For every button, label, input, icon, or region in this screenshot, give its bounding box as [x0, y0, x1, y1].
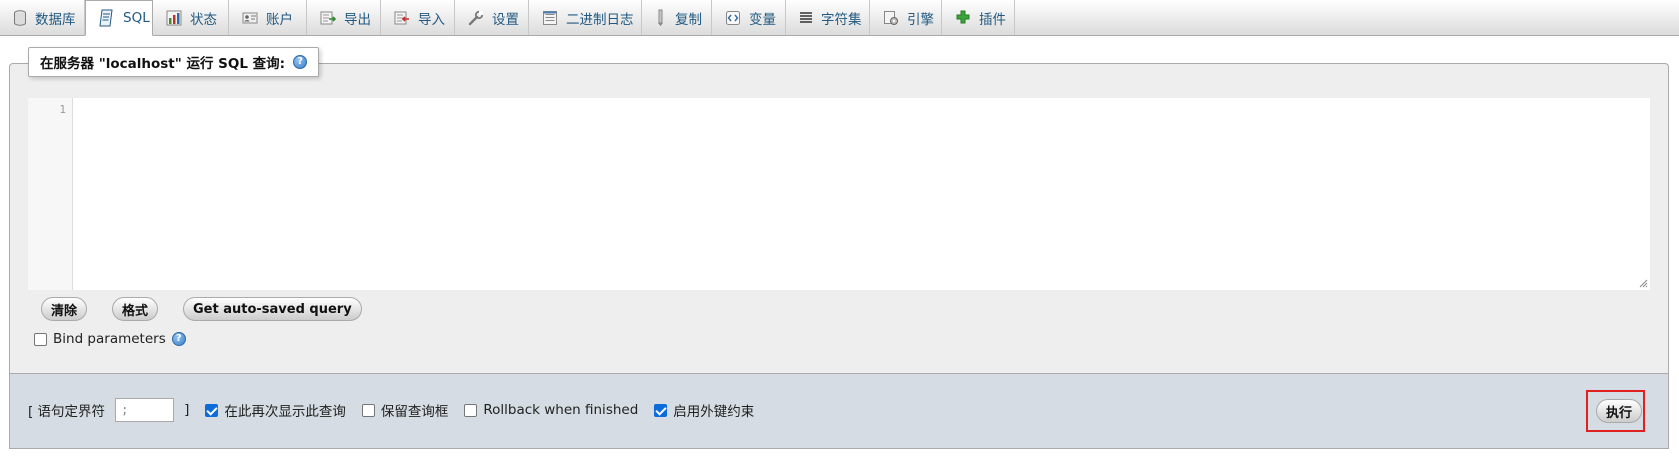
tab-replication[interactable]: 复制: [642, 0, 712, 35]
sql-icon: [99, 9, 115, 27]
tab-settings[interactable]: 设置: [455, 0, 529, 35]
export-icon: [320, 9, 336, 27]
delimiter-bracket: ]: [184, 402, 190, 418]
tab-label: 状态: [190, 11, 217, 28]
query-options-row: [ 语句定界符 ; ] 在此再次显示此查询 保留查询框 Rollback whe…: [28, 398, 754, 422]
tab-label: 字符集: [821, 11, 862, 28]
execute-button[interactable]: 执行: [1596, 399, 1643, 423]
bind-parameters-checkbox[interactable]: [34, 332, 47, 346]
database-icon: [13, 9, 27, 27]
engine-icon: [883, 9, 899, 27]
help-icon[interactable]: ?: [293, 55, 308, 69]
binary-log-icon: [542, 9, 558, 27]
tab-status[interactable]: 状态: [153, 0, 229, 35]
line-number: 1: [59, 103, 66, 116]
clear-button[interactable]: 清除: [41, 297, 88, 321]
help-icon[interactable]: ?: [171, 332, 186, 346]
line-number-gutter: 1: [28, 98, 73, 290]
show-query-again-label: 在此再次显示此查询: [224, 404, 346, 420]
query-legend: 在服务器 "localhost" 运行 SQL 查询: ?: [28, 47, 320, 77]
tab-label: 变量: [749, 11, 776, 28]
tab-label: 导入: [418, 11, 445, 28]
tab-database[interactable]: 数据库: [0, 0, 85, 35]
wrench-icon: [468, 9, 484, 27]
tab-label: 二进制日志: [566, 11, 634, 28]
show-query-again-option: 在此再次显示此查询: [205, 400, 346, 420]
tab-import[interactable]: 导入: [381, 0, 455, 35]
foreign-key-checks-label: 启用外键约束: [673, 404, 755, 420]
resize-grip-icon[interactable]: [1638, 278, 1648, 288]
retain-query-box-option: 保留查询框: [361, 400, 449, 420]
tab-label: 账户: [266, 11, 293, 28]
retain-query-box-label: 保留查询框: [380, 404, 449, 420]
tab-variables[interactable]: 变量: [712, 0, 786, 35]
tab-charset[interactable]: 字符集: [786, 0, 870, 35]
show-query-again-checkbox[interactable]: [205, 403, 219, 417]
tab-accounts[interactable]: 账户: [229, 0, 307, 35]
bind-parameters-option: Bind parameters ?: [34, 331, 186, 347]
delimiter-input[interactable]: ;: [115, 398, 175, 422]
tab-label: 引擎: [907, 11, 934, 28]
status-chart-icon: [166, 9, 182, 27]
tab-label: 设置: [492, 11, 519, 28]
charset-icon: [799, 9, 813, 27]
tab-label: SQL: [123, 10, 150, 26]
rollback-checkbox[interactable]: [464, 403, 478, 417]
tab-label: 插件: [979, 11, 1006, 28]
user-accounts-icon: [242, 9, 258, 27]
sql-editor[interactable]: 1: [28, 98, 1650, 290]
rollback-label: Rollback when finished: [483, 402, 639, 418]
top-nav-tabs: 数据库 SQL 状态 账户 导出 导入 设置 二进制日志 复制 变量 字符集 引…: [0, 0, 1679, 36]
foreign-key-checks-checkbox[interactable]: [654, 403, 668, 417]
legend-text: 在服务器 "localhost" 运行 SQL 查询:: [40, 56, 286, 72]
retain-query-box-checkbox[interactable]: [361, 403, 375, 417]
tab-label: 复制: [675, 11, 702, 28]
import-icon: [394, 9, 410, 27]
tab-label: 数据库: [35, 11, 76, 28]
tab-sql[interactable]: SQL: [85, 0, 153, 36]
tab-export[interactable]: 导出: [307, 0, 381, 35]
tab-label: 导出: [344, 11, 371, 28]
format-button[interactable]: 格式: [112, 297, 159, 321]
sql-code-area[interactable]: [74, 98, 1650, 290]
bind-parameters-label: Bind parameters: [53, 331, 166, 347]
rollback-option: Rollback when finished: [464, 402, 638, 418]
tab-plugins[interactable]: 插件: [942, 0, 1015, 35]
foreign-key-checks-option: 启用外键约束: [654, 400, 754, 420]
plugin-icon: [955, 9, 971, 27]
delimiter-label: [ 语句定界符: [28, 404, 106, 420]
tab-engines[interactable]: 引擎: [870, 0, 942, 35]
replication-icon: [655, 9, 667, 27]
get-auto-saved-query-button[interactable]: Get auto-saved query: [183, 297, 362, 321]
variables-icon: [725, 9, 741, 27]
tab-binary-log[interactable]: 二进制日志: [529, 0, 642, 35]
